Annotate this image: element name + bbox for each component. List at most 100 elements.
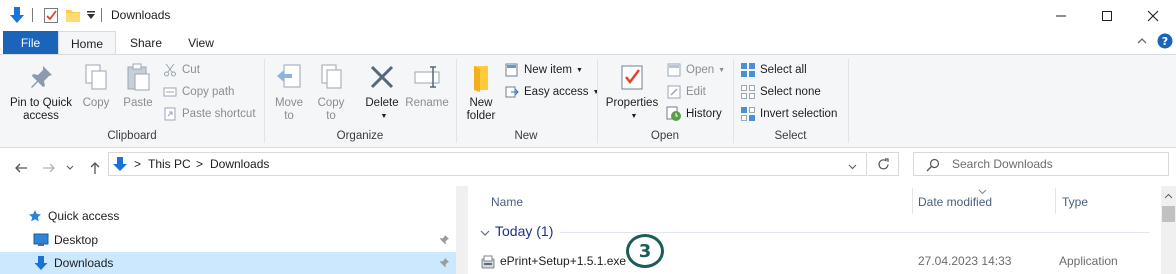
move-to-line2: to — [284, 110, 294, 122]
title-bar: Downloads — [0, 0, 1176, 31]
ribbon-tabs: File Home Share View ? — [0, 31, 1176, 55]
column-header-date-modified[interactable]: Date modified — [918, 195, 992, 209]
invert-selection-label: Invert selection — [760, 108, 838, 120]
move-to-line1: Move — [274, 97, 304, 109]
move-to-button[interactable]: Move to — [272, 61, 306, 123]
select-none-button[interactable]: Select none — [740, 83, 821, 101]
close-button[interactable] — [1130, 0, 1176, 31]
scissors-icon — [162, 62, 178, 78]
edit-label: Edit — [686, 86, 706, 98]
nav-item-quick-access[interactable]: Quick access — [27, 206, 447, 226]
nav-item-desktop[interactable]: Desktop — [33, 230, 453, 250]
paste-shortcut-button[interactable]: Paste shortcut — [162, 105, 256, 123]
easy-access-button[interactable]: Easy access ▼ — [504, 83, 600, 101]
new-item-button[interactable]: New item ▼ — [504, 61, 583, 79]
paste-button[interactable]: Paste — [121, 61, 155, 110]
scrollbar-thumb[interactable] — [1162, 206, 1175, 222]
back-button[interactable] — [13, 160, 29, 176]
customize-toolbar-icon[interactable] — [86, 9, 96, 23]
forward-button[interactable] — [41, 160, 57, 176]
divider — [101, 8, 102, 22]
tab-file[interactable]: File — [3, 31, 58, 54]
search-icon — [926, 158, 940, 175]
pin-label-line2: access — [23, 110, 59, 122]
column-divider[interactable] — [912, 188, 913, 214]
address-bar[interactable]: > This PC > Downloads — [108, 152, 867, 176]
file-row[interactable]: ePrint+Setup+1.5.1.exe 27.04.2023 14:33 … — [472, 250, 1152, 274]
copy-to-icon — [315, 61, 347, 93]
pin-to-quick-access-button[interactable]: Pin to Quick access — [6, 61, 76, 123]
new-folder-line1: New — [469, 97, 493, 109]
collapse-ribbon-icon[interactable] — [1136, 35, 1148, 50]
delete-dropdown-icon: ▼ — [380, 113, 388, 120]
breadcrumb-separator[interactable]: > — [134, 157, 141, 171]
address-history-dropdown-icon[interactable] — [848, 160, 857, 174]
open-icon — [666, 62, 682, 78]
new-folder-button[interactable]: New folder — [463, 61, 499, 123]
nav-label-downloads: Downloads — [54, 256, 114, 270]
rename-icon — [411, 61, 443, 93]
rename-button[interactable]: Rename — [405, 61, 449, 110]
open-group-label: Open — [650, 130, 680, 142]
close-icon — [1147, 10, 1159, 21]
column-header-name[interactable]: Name — [491, 195, 523, 209]
tab-share[interactable]: Share — [118, 31, 174, 54]
up-arrow-icon — [90, 162, 100, 174]
new-item-icon — [504, 62, 520, 78]
clipboard-group-label: Clipboard — [107, 130, 157, 142]
maximize-button[interactable] — [1084, 0, 1130, 31]
history-label: History — [686, 108, 722, 120]
select-all-icon — [740, 62, 756, 78]
easy-access-label: Easy access — [524, 86, 589, 98]
tab-home[interactable]: Home — [58, 31, 116, 55]
help-icon[interactable]: ? — [1157, 33, 1173, 52]
column-header-type[interactable]: Type — [1062, 195, 1088, 209]
invert-selection-button[interactable]: Invert selection — [740, 105, 837, 123]
svg-text:?: ? — [1162, 35, 1168, 48]
breadcrumb-downloads[interactable]: Downloads — [210, 157, 269, 171]
properties-button[interactable]: Properties ▼ — [604, 61, 660, 123]
divider — [32, 8, 33, 22]
refresh-button[interactable] — [868, 152, 899, 176]
recent-locations-button[interactable] — [65, 160, 75, 176]
step-number-badge: 3 — [626, 234, 664, 268]
cut-button[interactable]: Cut — [162, 61, 200, 79]
scroll-up-icon[interactable] — [1164, 188, 1173, 202]
new-folder-quick-icon[interactable] — [65, 6, 81, 27]
properties-quick-icon[interactable] — [43, 6, 59, 27]
file-list-scrollbar[interactable] — [1161, 186, 1176, 274]
select-group-label: Select — [774, 130, 807, 142]
copy-button[interactable]: Copy — [80, 61, 112, 110]
search-box[interactable]: Search Downloads — [913, 152, 1169, 176]
minimize-button[interactable] — [1038, 0, 1084, 31]
open-button[interactable]: Open ▼ — [666, 61, 725, 79]
navigation-pane-scrollbar[interactable] — [456, 186, 468, 274]
installer-file-icon — [480, 254, 496, 273]
group-label: Today (1) — [495, 223, 554, 239]
open-dropdown-icon: ▼ — [718, 66, 726, 74]
copy-to-line1: Copy — [317, 97, 345, 109]
nav-item-downloads[interactable]: Downloads — [0, 252, 456, 274]
group-header-today[interactable]: Today (1) — [480, 222, 1150, 242]
column-divider[interactable] — [1055, 188, 1056, 214]
history-button[interactable]: History — [666, 105, 722, 123]
copy-path-button[interactable]: Copy path — [162, 83, 234, 101]
pin-icon[interactable] — [439, 234, 450, 248]
tab-view[interactable]: View — [174, 31, 228, 54]
up-button[interactable] — [87, 160, 103, 176]
select-all-button[interactable]: Select all — [740, 61, 807, 79]
copy-path-icon — [162, 84, 178, 100]
delete-button[interactable]: Delete ▼ — [362, 61, 402, 123]
window-title: Downloads — [111, 8, 171, 22]
group-divider-line — [560, 232, 1150, 233]
properties-label: Properties — [605, 97, 659, 109]
download-arrow-icon — [33, 255, 49, 271]
pin-icon[interactable] — [439, 257, 450, 271]
breadcrumb-separator[interactable]: > — [196, 157, 203, 171]
history-icon — [666, 106, 682, 122]
download-arrow-icon — [9, 6, 25, 27]
edit-button[interactable]: Edit — [666, 83, 706, 101]
search-placeholder: Search Downloads — [952, 157, 1053, 171]
breadcrumb-this-pc[interactable]: This PC — [148, 157, 191, 171]
copy-to-button[interactable]: Copy to — [314, 61, 348, 123]
